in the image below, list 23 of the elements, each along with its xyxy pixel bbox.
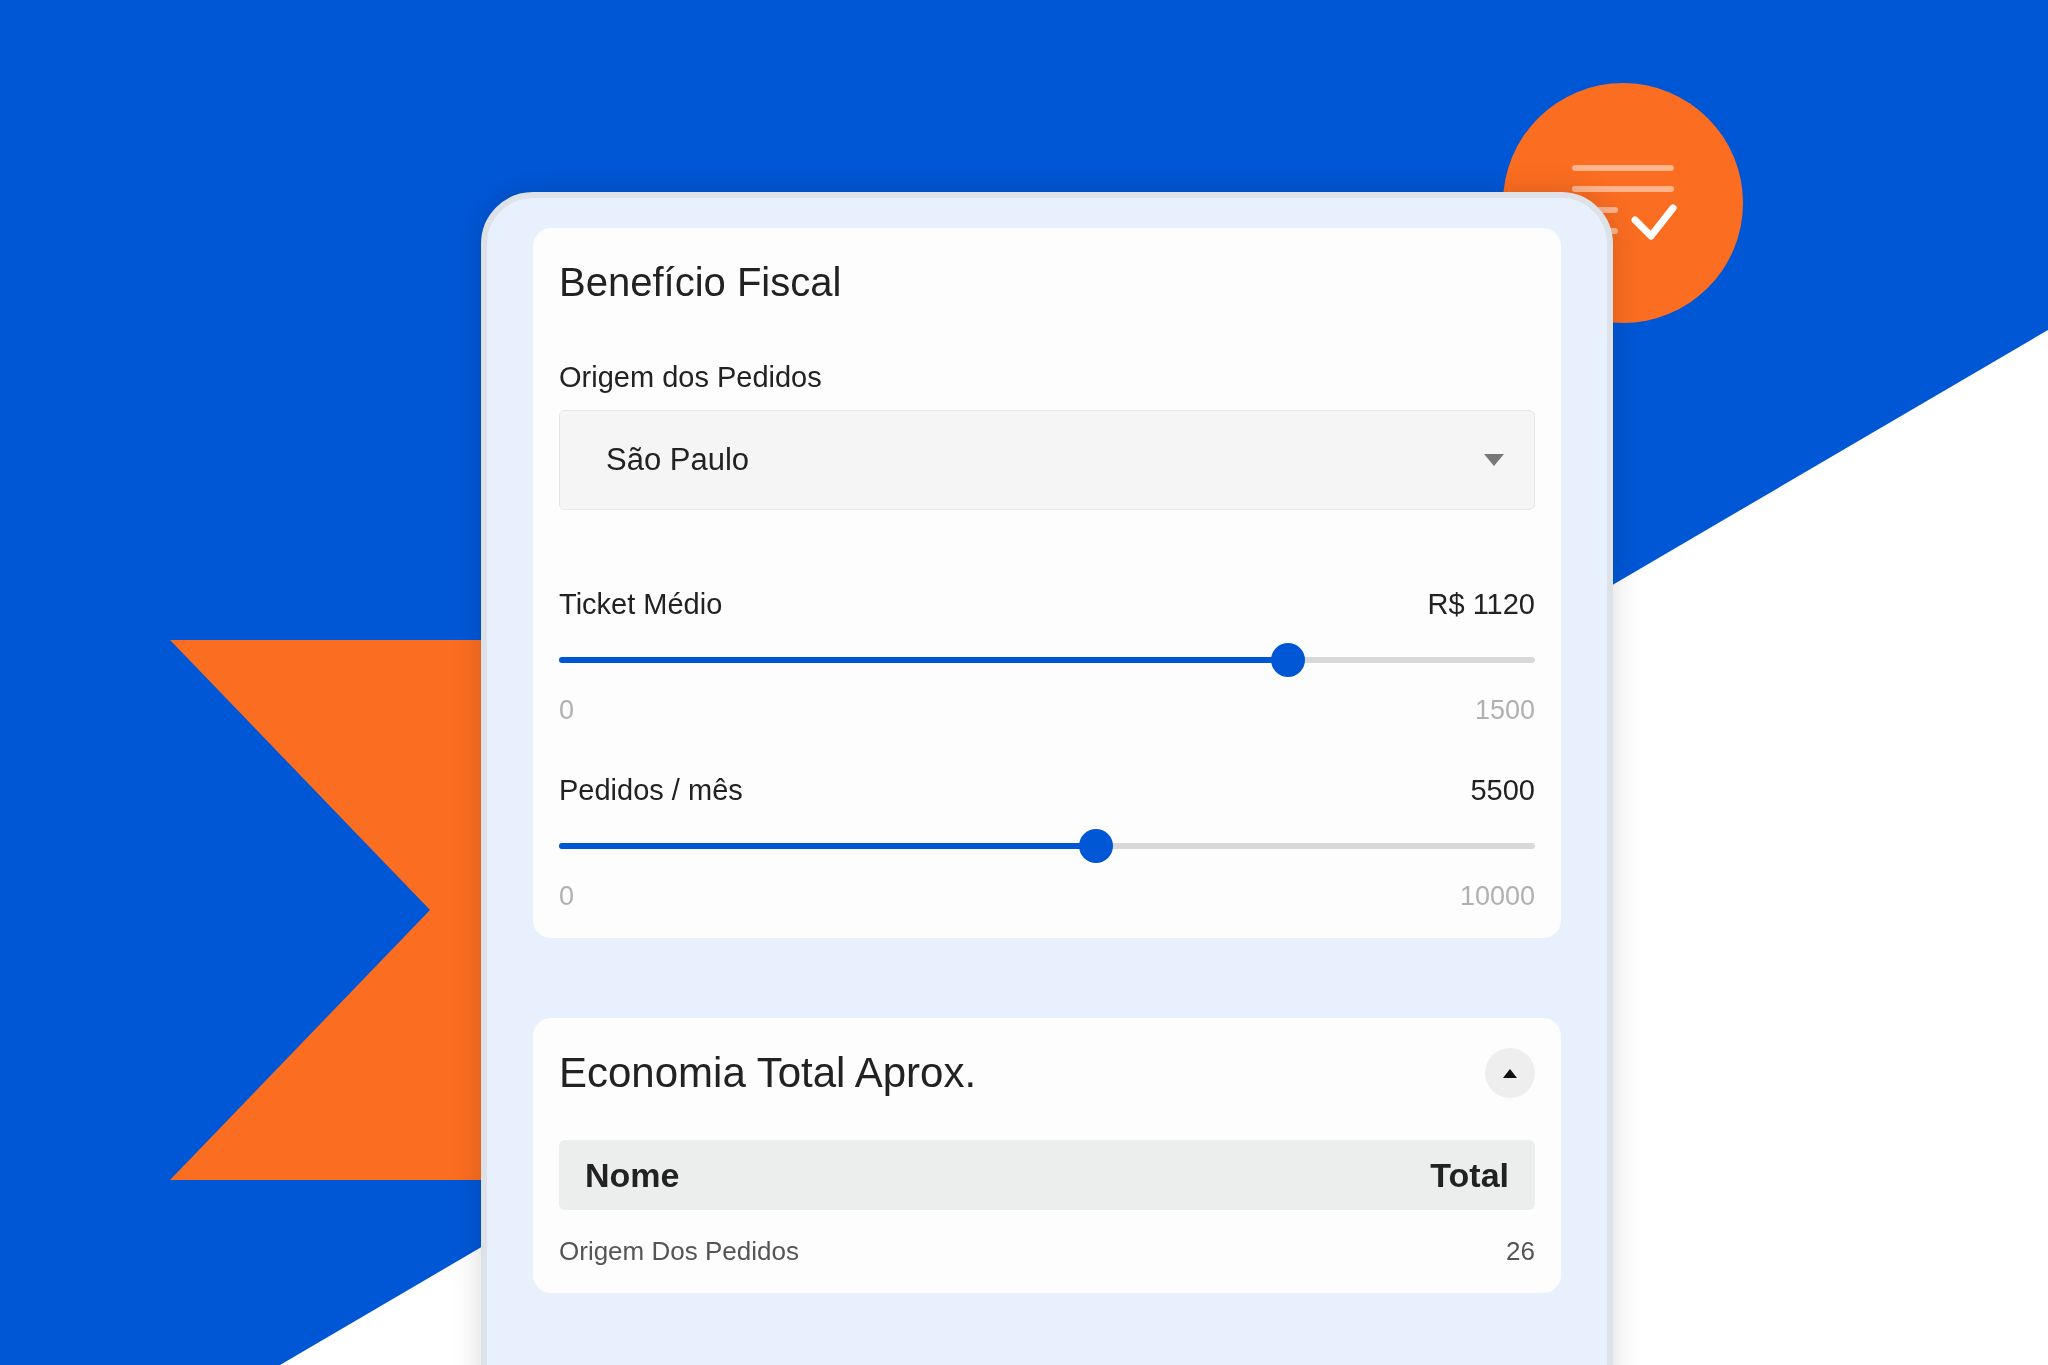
slider-track[interactable] [559,643,1535,677]
caret-up-icon [1503,1068,1517,1078]
slider-label: Ticket Médio [559,588,723,621]
slider-value: R$ 1120 [1427,588,1535,621]
column-header: Total [1430,1155,1509,1195]
slider-thumb[interactable] [1078,829,1113,863]
slider-label: Pedidos / mês [559,774,743,807]
range-max: 10000 [1459,881,1535,912]
origin-dropdown[interactable]: São Paulo [559,410,1535,510]
caret-icon [1484,454,1504,466]
column-header: Nome [585,1155,680,1195]
table-cell: 26 [1506,1236,1535,1267]
slider-thumb[interactable] [1271,643,1306,677]
range-min: 0 [559,695,575,726]
slider-track[interactable] [559,829,1535,863]
table-cell: Origem Dos Pedidos [559,1236,799,1267]
card-title: Benefício Fiscal [559,260,843,305]
slider-value: 5500 [1470,774,1535,807]
field-label: Origem dos Pedidos [559,361,823,394]
range-max: 1500 [1474,695,1535,726]
range-min: 0 [559,881,575,912]
card-title: Economia Total Aprox. [559,1049,977,1097]
collapse-button[interactable] [1485,1048,1535,1098]
